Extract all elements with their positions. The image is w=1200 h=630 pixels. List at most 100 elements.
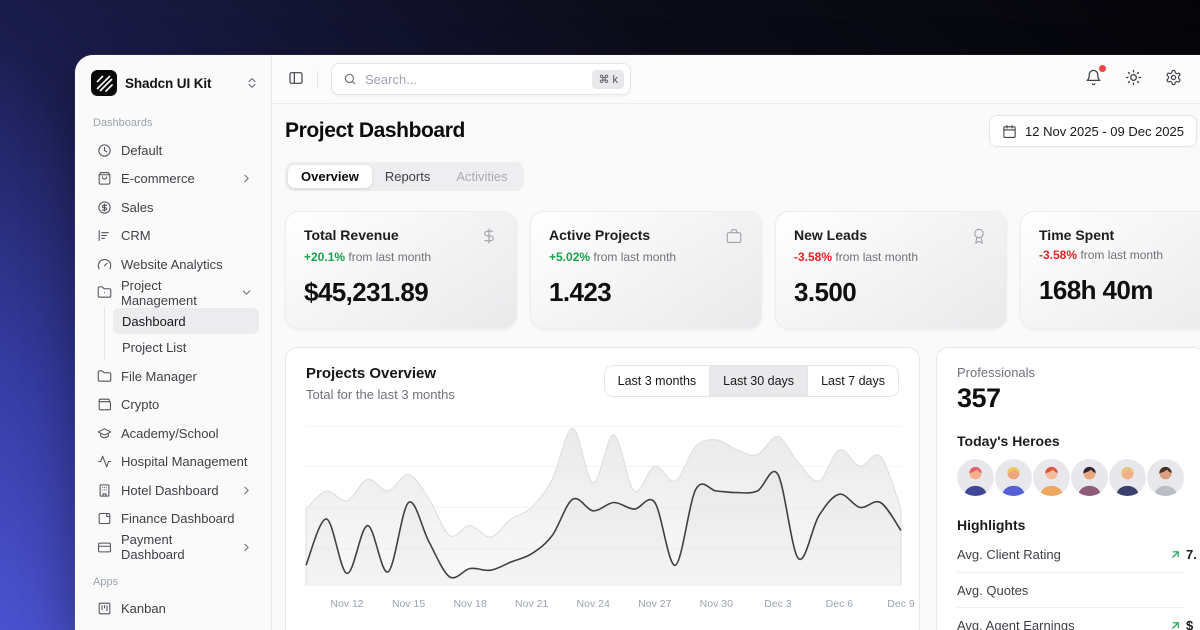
sidebar-item-file-manager[interactable]: File Manager [91,362,259,391]
graduation-cap-icon [97,426,112,441]
hero-avatar[interactable] [1109,459,1146,496]
sidebar-item-label: File Manager [121,369,197,384]
sidebar-item-sales[interactable]: Sales [91,193,259,222]
projects-overview-card: Projects Overview Total for the last 3 m… [285,347,920,630]
stat-value: 3.500 [794,277,988,308]
stat-title: Time Spent [1039,227,1114,243]
search-input[interactable] [365,72,584,87]
highlights-title: Highlights [957,517,1185,533]
hero-avatar[interactable] [995,459,1032,496]
stat-card-active-projects: Active Projects+5.02% from last month1.4… [530,211,762,329]
sidebar-item-crypto[interactable]: Crypto [91,391,259,420]
sidebar-item-project-management[interactable]: Project Management [91,279,259,308]
note-icon [97,511,112,526]
sidebar-item-label: Default [121,143,162,158]
sidebar-item-label: E-commerce [121,171,195,186]
search-box[interactable]: ⌘ k [331,63,631,95]
sun-icon [1125,69,1142,89]
sidebar-item-e-commerce[interactable]: E-commerce [91,165,259,194]
gear-icon [1165,69,1182,89]
sidebar-subitem-dashboard[interactable]: Dashboard [113,308,259,334]
workspace-switcher[interactable]: Shadcn UI Kit [91,66,259,100]
panel-left-icon [288,70,304,86]
chevrons-up-down-icon [245,76,259,90]
theme-toggle-button[interactable] [1125,69,1142,89]
sidebar-item-label: Hotel Dashboard [121,483,219,498]
sidebar-toggle-button[interactable] [288,70,304,89]
notifications-button[interactable] [1085,69,1102,89]
stat-cards-row: Total Revenue+20.1% from last month$45,2… [285,211,1200,329]
sidebar-item-academy-school[interactable]: Academy/School [91,419,259,448]
sidebar-item-notes[interactable]: Notes8 [91,623,259,630]
panel-left-icon [288,70,304,89]
highlight-row-avg-quotes: Avg. Quotes [957,572,1185,607]
highlight-value: 7. [1169,547,1197,562]
activity-icon [97,454,112,469]
range-button-last-3-months[interactable]: Last 3 months [605,366,710,396]
sidebar-section-label: Apps [93,576,259,588]
range-button-last-30-days[interactable]: Last 30 days [709,366,807,396]
hero-avatar[interactable] [1033,459,1070,496]
stat-value: $45,231.89 [304,277,498,308]
badge-dollar-icon [97,200,112,215]
sidebar-subitem-project-list[interactable]: Project List [113,334,259,360]
gauge-icon [97,257,112,272]
topbar-actions [1085,69,1182,89]
stat-delta: +20.1% from last month [304,250,498,264]
chevrons-up-down-icon [245,76,259,90]
hero-avatar[interactable] [1147,459,1184,496]
sidebar-item-default[interactable]: Default [91,136,259,165]
hero-avatar[interactable] [1071,459,1108,496]
x-tick-label: Nov 18 [453,598,486,610]
x-tick-label: Nov 30 [700,598,733,610]
sidebar-section-label: Dashboards [93,117,259,129]
notification-dot [1099,65,1106,72]
tab-overview[interactable]: Overview [288,165,372,188]
calendar-icon [1002,124,1017,139]
x-tick-label: Nov 12 [330,598,363,610]
stat-card-total-revenue: Total Revenue+20.1% from last month$45,2… [285,211,517,329]
stat-title: New Leads [794,227,867,243]
page-title: Project Dashboard [285,119,465,143]
highlight-label: Avg. Quotes [957,583,1028,598]
stat-delta: -3.58% from last month [794,250,988,264]
sidebar-item-label: Academy/School [121,426,219,441]
search-shortcut-badge: ⌘ k [592,70,624,89]
range-button-last-7-days[interactable]: Last 7 days [807,366,898,396]
chart-range-selector: Last 3 monthsLast 30 daysLast 7 days [604,365,899,397]
sidebar-item-website-analytics[interactable]: Website Analytics [91,250,259,279]
hero-avatar[interactable] [957,459,994,496]
sidebar-item-crm[interactable]: CRM [91,222,259,251]
sidebar-item-label: Project Management [121,278,231,308]
bell-icon [1085,69,1102,89]
tab-reports[interactable]: Reports [372,165,444,188]
sidebar: Shadcn UI Kit Dashboards Default E-commerc… [75,55,272,630]
dollar-icon [480,227,498,245]
sidebar-item-label: Hospital Management [121,454,247,469]
calendar-icon [1002,124,1017,139]
app-name: Shadcn UI Kit [125,76,211,91]
settings-button[interactable] [1165,69,1182,89]
highlight-value: $ [1169,618,1193,630]
sidebar-item-kanban[interactable]: Kanban [91,595,259,624]
sidebar-item-hotel-dashboard[interactable]: Hotel Dashboard [91,476,259,505]
date-range-button[interactable]: 12 Nov 2025 - 09 Dec 2025 [989,115,1197,147]
clock-icon [97,143,112,158]
sidebar-item-hospital-management[interactable]: Hospital Management [91,448,259,477]
credit-card-icon [97,540,112,555]
sidebar-item-finance-dashboard[interactable]: Finance Dashboard [91,505,259,534]
highlight-row-avg-client-rating: Avg. Client Rating7. [957,537,1185,572]
search-icon [343,72,357,86]
sidebar-item-payment-dashboard[interactable]: Payment Dashboard [91,533,259,562]
chevron-right-icon [240,541,253,554]
x-tick-label: Dec 9 [887,598,915,610]
professionals-card: Professionals 357 Today's Heroes Highlig… [936,347,1200,630]
briefcase-icon [725,227,743,245]
sidebar-item-label: CRM [121,228,151,243]
x-tick-label: Nov 15 [392,598,425,610]
sidebar-item-label: Crypto [121,397,159,412]
heroes-title: Today's Heroes [957,433,1185,449]
stat-title: Active Projects [549,227,650,243]
tab-activities[interactable]: Activities [443,165,520,188]
folder-dot-icon [97,285,112,300]
